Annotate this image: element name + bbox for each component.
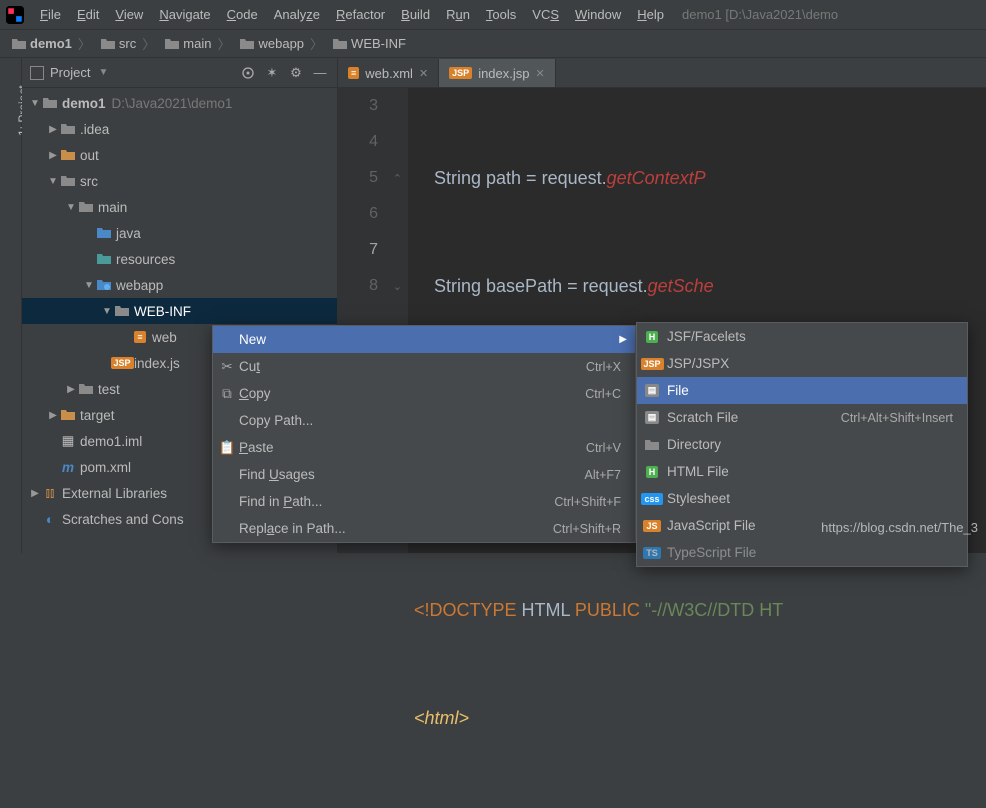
menu-item-find-in-path[interactable]: Find in Path...Ctrl+Shift+F xyxy=(213,488,635,515)
cut-icon: ✂ xyxy=(219,359,235,375)
crumb-main[interactable]: main〉 xyxy=(161,34,236,53)
css-file-icon: css xyxy=(641,493,662,505)
tree-node-main[interactable]: ▼main xyxy=(22,194,337,220)
submenu-item-javascript[interactable]: JSJavaScript File xyxy=(637,512,967,539)
menu-edit[interactable]: Edit xyxy=(69,3,107,26)
tree-node-webapp[interactable]: ▼webapp xyxy=(22,272,337,298)
tree-node-idea[interactable]: ▶.idea xyxy=(22,116,337,142)
xml-file-icon: ≡ xyxy=(348,67,359,79)
crumb-webapp[interactable]: webapp〉 xyxy=(236,34,329,53)
editor-tabs: ≡web.xml✕ JSPindex.jsp✕ xyxy=(338,58,986,88)
new-submenu: HJSF/Facelets JSPJSP/JSPX ▤File ▤Scratch… xyxy=(636,322,968,567)
tree-node-webinf[interactable]: ▼WEB-INF xyxy=(22,298,337,324)
iml-file-icon: ▦ xyxy=(60,433,76,449)
menu-navigate[interactable]: Navigate xyxy=(151,3,218,26)
close-icon[interactable]: ✕ xyxy=(419,67,428,80)
submenu-item-jspx[interactable]: JSPJSP/JSPX xyxy=(637,350,967,377)
directory-icon xyxy=(643,437,661,453)
line-number: 7 xyxy=(338,232,408,268)
html-file-icon: H xyxy=(646,466,659,478)
copy-icon: ⧉ xyxy=(219,386,235,402)
scratch-file-icon: ▤ xyxy=(645,411,660,424)
project-header: Project ▼ ✶ ⚙ — xyxy=(22,58,337,88)
fold-marker-icon[interactable]: ⌄ xyxy=(393,280,402,293)
line-number: 8⌄ xyxy=(338,268,408,304)
libraries-icon: ⫾⫾ xyxy=(42,485,58,501)
submenu-item-scratch[interactable]: ▤Scratch FileCtrl+Alt+Shift+Insert xyxy=(637,404,967,431)
tree-node-src[interactable]: ▼src xyxy=(22,168,337,194)
context-menu: New▶ ✂CutCtrl+X ⧉CopyCtrl+C Copy Path...… xyxy=(212,325,636,543)
line-number: 6 xyxy=(338,196,408,232)
line-number: 3 xyxy=(338,88,408,124)
file-icon: ▤ xyxy=(645,384,660,397)
menu-tools[interactable]: Tools xyxy=(478,3,524,26)
line-number: 4 xyxy=(338,124,408,160)
tool-window-stripe: 1: Project xyxy=(0,58,22,553)
menu-item-copy-path[interactable]: Copy Path... xyxy=(213,407,635,434)
menu-item-find-usages[interactable]: Find UsagesAlt+F7 xyxy=(213,461,635,488)
submenu-item-jsf[interactable]: HJSF/Facelets xyxy=(637,323,967,350)
crumb-webinf[interactable]: WEB-INF xyxy=(329,36,410,51)
crumb-demo1[interactable]: demo1〉 xyxy=(8,34,97,53)
menu-help[interactable]: Help xyxy=(629,3,672,26)
project-view-title[interactable]: Project xyxy=(50,65,90,80)
menu-item-cut[interactable]: ✂CutCtrl+X xyxy=(213,353,635,380)
locate-icon[interactable] xyxy=(239,64,257,82)
chevron-down-icon[interactable]: ▼ xyxy=(98,67,108,78)
menu-bar: File Edit View Navigate Code Analyze Ref… xyxy=(0,0,986,30)
menu-run[interactable]: Run xyxy=(438,3,478,26)
paste-icon: 📋 xyxy=(219,440,235,456)
menu-view[interactable]: View xyxy=(107,3,151,26)
menu-item-copy[interactable]: ⧉CopyCtrl+C xyxy=(213,380,635,407)
tree-node-resources[interactable]: resources xyxy=(22,246,337,272)
fold-marker-icon[interactable]: ⌃ xyxy=(393,172,402,185)
jsf-file-icon: H xyxy=(646,331,659,343)
crumb-src[interactable]: src〉 xyxy=(97,34,161,53)
tree-node-out[interactable]: ▶out xyxy=(22,142,337,168)
gear-icon[interactable]: ⚙ xyxy=(287,64,305,82)
jsp-file-icon: JSP xyxy=(111,357,134,369)
menu-build[interactable]: Build xyxy=(393,3,438,26)
tab-indexjsp[interactable]: JSPindex.jsp✕ xyxy=(439,59,556,87)
submenu-item-stylesheet[interactable]: cssStylesheet xyxy=(637,485,967,512)
menu-item-replace-in-path[interactable]: Replace in Path...Ctrl+Shift+R xyxy=(213,515,635,542)
project-view-icon xyxy=(30,66,44,80)
tab-webxml[interactable]: ≡web.xml✕ xyxy=(338,59,439,87)
menu-analyze[interactable]: Analyze xyxy=(266,3,328,26)
submenu-item-html[interactable]: HHTML File xyxy=(637,458,967,485)
tree-node-demo1[interactable]: ▼demo1D:\Java2021\demo1 xyxy=(22,90,337,116)
tree-node-java[interactable]: java xyxy=(22,220,337,246)
submenu-item-directory[interactable]: Directory xyxy=(637,431,967,458)
xml-file-icon: ≡ xyxy=(134,331,145,343)
jsp-file-icon: JSP xyxy=(641,358,664,370)
expand-all-icon[interactable]: ✶ xyxy=(263,64,281,82)
submenu-arrow-icon: ▶ xyxy=(619,334,627,345)
menu-item-new[interactable]: New▶ xyxy=(213,326,635,353)
line-number: 5⌃ xyxy=(338,160,408,196)
submenu-item-file[interactable]: ▤File xyxy=(637,377,967,404)
app-icon xyxy=(6,6,24,24)
jsp-file-icon: JSP xyxy=(449,67,472,79)
menu-window[interactable]: Window xyxy=(567,3,629,26)
menu-code[interactable]: Code xyxy=(219,3,266,26)
breadcrumb: demo1〉 src〉 main〉 webapp〉 WEB-INF xyxy=(0,30,986,58)
close-icon[interactable]: ✕ xyxy=(536,67,545,80)
js-file-icon: JS xyxy=(643,520,660,532)
window-title-path: demo1 [D:\Java2021\demo xyxy=(682,7,838,22)
maven-file-icon: m xyxy=(60,460,76,475)
menu-file[interactable]: File xyxy=(32,3,69,26)
menu-refactor[interactable]: Refactor xyxy=(328,3,393,26)
menu-vcs[interactable]: VCS xyxy=(524,3,567,26)
scratches-icon: ◐ xyxy=(42,512,58,527)
minimize-icon[interactable]: — xyxy=(311,64,329,82)
menu-item-paste[interactable]: 📋PasteCtrl+V xyxy=(213,434,635,461)
